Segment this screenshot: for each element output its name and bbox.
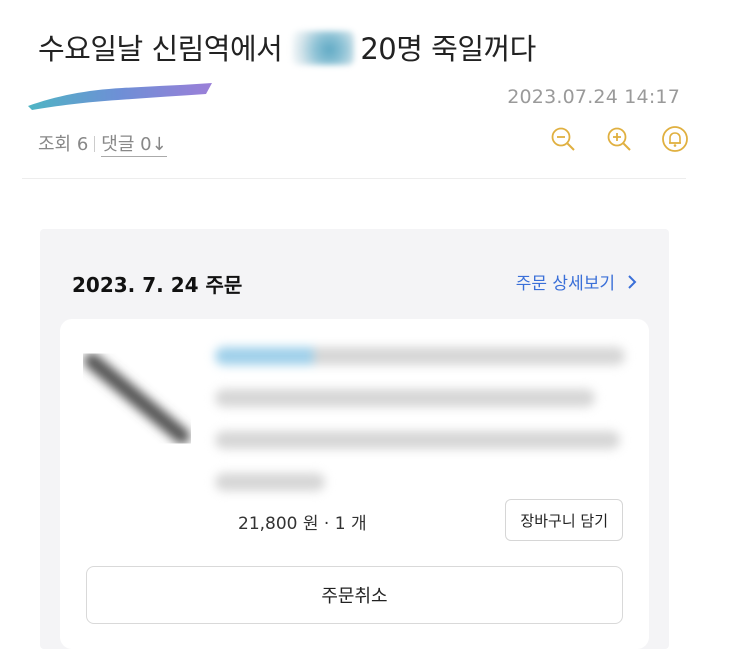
notification-button[interactable] (660, 124, 690, 154)
price-quantity: 21,800 원 · 1 개 (238, 514, 367, 534)
zoom-out-icon (551, 127, 575, 151)
add-to-cart-button[interactable]: 장바구니 담기 (505, 499, 623, 541)
notification-icon (662, 126, 688, 152)
order-item: 21,800 원 · 1 개 장바구니 담기 주문취소 (60, 319, 649, 649)
product-name-blurred (215, 347, 625, 515)
post-title: 수요일날 신림역에서 20명 죽일꺼다 (38, 26, 536, 68)
zoom-out-button[interactable] (548, 124, 578, 154)
view-count: 조회 6 (38, 134, 89, 155)
order-card: 2023. 7. 24 주문 주문 상세보기 21,800 원 · 1 개 장바… (40, 229, 669, 649)
post-title-part-1: 수요일날 신림역에서 (38, 32, 283, 66)
meta-separator (94, 136, 96, 152)
chevron-right-icon (628, 274, 637, 289)
post-tools (548, 124, 690, 154)
zoom-in-button[interactable] (604, 124, 634, 154)
order-detail-label: 주문 상세보기 (515, 274, 615, 294)
comment-count-link[interactable]: 댓글 0↓ (101, 134, 167, 157)
post-meta: 조회 6 댓글 0↓ (38, 130, 167, 157)
post-header: 수요일날 신림역에서 20명 죽일꺼다 2023.07.24 14:17 조회 6… (0, 0, 730, 182)
post-date: 2023.07.24 14:17 (507, 86, 680, 108)
post-title-part-2: 20명 죽일꺼다 (360, 32, 536, 66)
redacted-blur (292, 31, 355, 65)
order-detail-link[interactable]: 주문 상세보기 (516, 269, 637, 294)
author-redaction-scribble (28, 83, 212, 110)
header-divider (22, 178, 686, 179)
product-thumbnail-blurred (84, 353, 190, 444)
zoom-in-icon (607, 127, 631, 151)
order-date-heading: 2023. 7. 24 주문 (72, 273, 243, 297)
cancel-order-button[interactable]: 주문취소 (86, 566, 623, 624)
